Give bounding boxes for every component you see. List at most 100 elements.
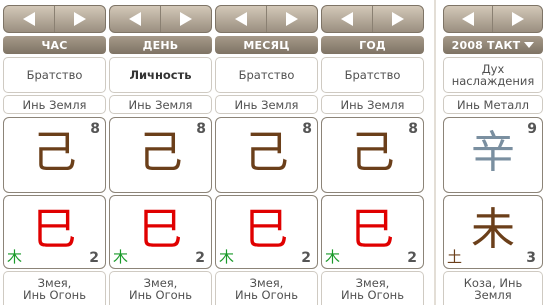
left-arrow-icon (128, 12, 141, 26)
hour-branch-label-box: Змея, Инь Огонь (3, 271, 106, 305)
day-stem-number: 8 (196, 121, 206, 137)
year-nav (321, 5, 424, 33)
year-ten-god-label: Братство (344, 68, 401, 82)
luck-branch-label: Коза, Инь Земля (463, 275, 523, 302)
hour-stem-number: 8 (90, 121, 100, 137)
month-branch-char: 巳 (244, 204, 289, 256)
year-column: ГОД Братство Инь Земля 己 8 巳 木 2 Змея, И… (321, 0, 424, 305)
luck-earthly-branch: 未 土 3 (443, 195, 543, 269)
month-prev-button[interactable] (216, 6, 267, 32)
luck-prev-button[interactable] (444, 6, 493, 32)
left-arrow-icon (340, 12, 353, 26)
year-header: ГОД (321, 36, 424, 54)
luck-nav (443, 5, 543, 33)
month-branch-label: Змея, Инь Огонь (235, 275, 298, 302)
hour-next-button[interactable] (55, 6, 106, 32)
hour-branch-char: 巳 (32, 204, 77, 256)
luck-next-button[interactable] (493, 6, 542, 32)
day-branch-label: Змея, Инь Огонь (129, 275, 192, 302)
luck-header-label: 2008 ТАКТ (451, 38, 521, 52)
hour-ten-god-label: Братство (26, 68, 83, 82)
month-header-label: МЕСЯЦ (243, 38, 290, 52)
separator (434, 0, 436, 305)
month-stem-label-box: Инь Земля (215, 95, 318, 114)
day-column: ДЕНЬ Личность Инь Земля 己 8 巳 木 2 Змея, … (109, 0, 212, 305)
luck-column: 2008 ТАКТ Дух наслаждения Инь Металл 辛 9… (443, 0, 543, 305)
year-branch-element: 木 (325, 248, 341, 266)
hour-prev-button[interactable] (4, 6, 55, 32)
hour-branch-element: 木 (7, 248, 23, 266)
dropdown-triangle-icon (524, 42, 535, 48)
day-prev-button[interactable] (110, 6, 161, 32)
hour-ten-god: Братство (3, 57, 106, 93)
month-next-button[interactable] (267, 6, 318, 32)
hour-header-label: ЧАС (41, 38, 68, 52)
day-ten-god: Личность (109, 57, 212, 93)
luck-stem-label-box: Инь Металл (443, 95, 543, 114)
right-arrow-icon (73, 12, 86, 26)
hour-stem-label-box: Инь Земля (3, 95, 106, 114)
year-branch-label: Змея, Инь Огонь (341, 275, 404, 302)
month-column: МЕСЯЦ Братство Инь Земля 己 8 巳 木 2 Змея,… (215, 0, 318, 305)
year-heavenly-stem: 己 8 (321, 117, 424, 193)
month-stem-number: 8 (302, 121, 312, 137)
month-stem-label: Инь Земля (234, 97, 299, 112)
right-arrow-icon (511, 12, 524, 26)
luck-branch-label-box: Коза, Инь Земля (443, 271, 543, 305)
year-ten-god: Братство (321, 57, 424, 93)
day-branch-char: 巳 (138, 204, 183, 256)
hour-stem-label: Инь Земля (22, 97, 87, 112)
luck-branch-number: 3 (526, 250, 536, 266)
month-branch-element: 木 (219, 248, 235, 266)
luck-stem-number: 9 (527, 121, 537, 137)
right-arrow-icon (285, 12, 298, 26)
right-arrow-icon (391, 12, 404, 26)
luck-header[interactable]: 2008 ТАКТ (443, 36, 543, 54)
day-earthly-branch: 巳 木 2 (109, 195, 212, 269)
day-branch-number: 2 (195, 250, 205, 266)
month-ten-god: Братство (215, 57, 318, 93)
luck-branch-char: 未 (471, 204, 515, 256)
hour-column: ЧАС Братство Инь Земля 己 8 巳 木 2 Змея, И… (3, 0, 106, 305)
year-stem-number: 8 (408, 121, 418, 137)
hour-nav (3, 5, 106, 33)
month-stem-char: 己 (244, 127, 289, 179)
left-arrow-icon (462, 12, 474, 26)
month-earthly-branch: 巳 木 2 (215, 195, 318, 269)
year-next-button[interactable] (373, 6, 424, 32)
day-header-label: ДЕНЬ (142, 38, 179, 52)
day-ten-god-label: Личность (129, 68, 192, 82)
day-stem-label: Инь Земля (128, 97, 193, 112)
month-branch-label-box: Змея, Инь Огонь (215, 271, 318, 305)
year-stem-char: 己 (350, 127, 395, 179)
day-next-button[interactable] (161, 6, 212, 32)
hour-heavenly-stem: 己 8 (3, 117, 106, 193)
year-stem-label-box: Инь Земля (321, 95, 424, 114)
day-nav (109, 5, 212, 33)
day-heavenly-stem: 己 8 (109, 117, 212, 193)
hour-stem-char: 己 (32, 127, 77, 179)
year-stem-label: Инь Земля (340, 97, 405, 112)
day-branch-label-box: Змея, Инь Огонь (109, 271, 212, 305)
day-header: ДЕНЬ (109, 36, 212, 54)
right-arrow-icon (179, 12, 192, 26)
luck-branch-element: 土 (447, 248, 463, 266)
month-nav (215, 5, 318, 33)
luck-stem-label: Инь Металл (457, 97, 529, 112)
year-prev-button[interactable] (322, 6, 373, 32)
month-branch-number: 2 (301, 250, 311, 266)
month-ten-god-label: Братство (238, 68, 295, 82)
month-header: МЕСЯЦ (215, 36, 318, 54)
year-header-label: ГОД (359, 38, 386, 52)
hour-branch-number: 2 (89, 250, 99, 266)
day-branch-element: 木 (113, 248, 129, 266)
hour-earthly-branch: 巳 木 2 (3, 195, 106, 269)
left-arrow-icon (22, 12, 35, 26)
luck-ten-god-label: Дух наслаждения (451, 62, 535, 88)
day-stem-char: 己 (138, 127, 183, 179)
left-arrow-icon (234, 12, 247, 26)
year-branch-label-box: Змея, Инь Огонь (321, 271, 424, 305)
hour-branch-label: Змея, Инь Огонь (23, 275, 86, 302)
luck-heavenly-stem: 辛 9 (443, 117, 543, 193)
month-heavenly-stem: 己 8 (215, 117, 318, 193)
